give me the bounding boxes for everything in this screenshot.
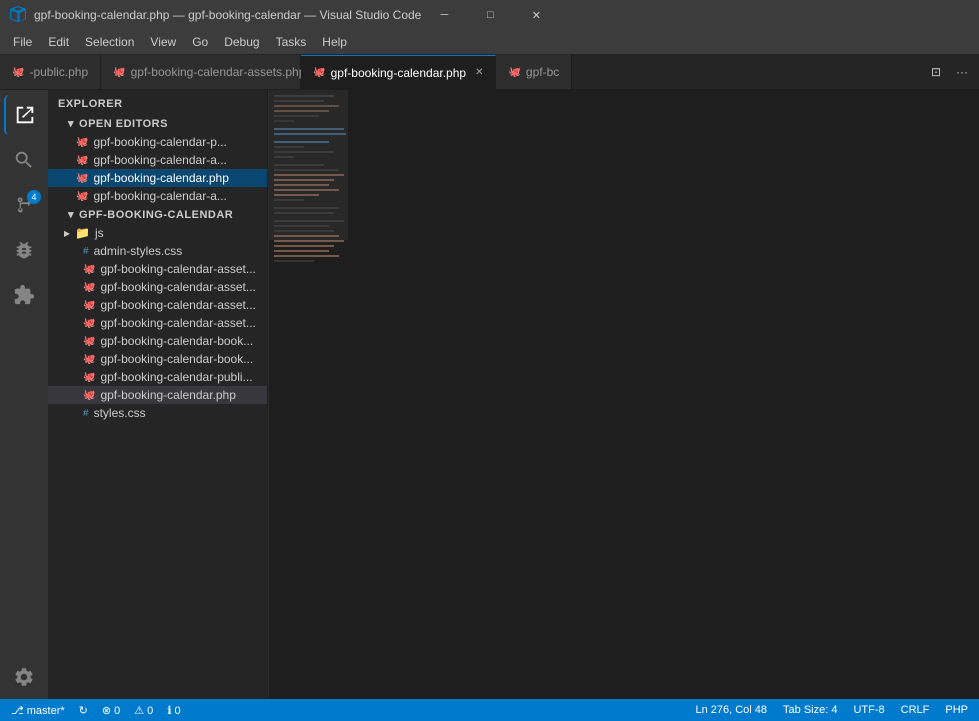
- chevron-down-icon: ▾: [68, 208, 74, 221]
- open-editor-file-1[interactable]: 🐙 gpf-booking-calendar-p...: [48, 133, 267, 151]
- status-left: ⎇ master* ↻ ⊗ 0 ⚠ 0 ℹ 0: [8, 704, 184, 717]
- php-icon: 🐙: [83, 336, 95, 347]
- git-branch[interactable]: ⎇ master*: [8, 704, 68, 717]
- menu-edit[interactable]: Edit: [40, 33, 77, 51]
- chevron-down-icon: ▾: [68, 117, 74, 130]
- tab-icon: 🐙: [508, 67, 520, 78]
- php-icon: 🐙: [83, 390, 95, 401]
- cursor-position[interactable]: Ln 276, Col 48: [692, 704, 770, 716]
- file-styles[interactable]: # styles.css: [48, 404, 267, 422]
- tab-actions: ⊡ ···: [919, 55, 979, 89]
- sidebar: EXPLORER ▾ OPEN EDITORS 🐙 gpf-booking-ca…: [48, 90, 268, 699]
- chevron-right-icon: ▸: [64, 226, 70, 240]
- activity-settings[interactable]: [4, 659, 44, 699]
- activity-search[interactable]: [4, 140, 44, 180]
- main-layout: 4 EXPLORER ▾ OPEN EDITORS 🐙 gpf-booking-…: [0, 90, 979, 699]
- tab-assets-php[interactable]: 🐙 gpf-booking-calendar-assets.php: [101, 55, 301, 89]
- php-icon: 🐙: [76, 173, 88, 184]
- activity-source-control[interactable]: 4: [4, 185, 44, 225]
- statusbar: ⎇ master* ↻ ⊗ 0 ⚠ 0 ℹ 0 Ln 276, Col 48 T…: [0, 699, 979, 721]
- source-control-badge: 4: [27, 190, 41, 204]
- warnings-count[interactable]: ⚠ 0: [131, 704, 156, 717]
- menubar: File Edit Selection View Go Debug Tasks …: [0, 30, 979, 55]
- css-icon: #: [83, 408, 89, 419]
- tab-label: gpf-booking-calendar-assets.php: [131, 65, 306, 79]
- activity-explorer[interactable]: [4, 95, 44, 135]
- file-admin-styles[interactable]: # admin-styles.css: [48, 242, 267, 260]
- tab-label: -public.php: [29, 65, 88, 79]
- tab-public-php[interactable]: 🐙 -public.php: [0, 55, 101, 89]
- php-icon: 🐙: [76, 191, 88, 202]
- php-icon: 🐙: [83, 372, 95, 383]
- file-asset-4[interactable]: 🐙 gpf-booking-calendar-asset...: [48, 314, 267, 332]
- folder-js[interactable]: ▸ 📁 js: [48, 224, 267, 242]
- more-tabs-button[interactable]: ···: [950, 60, 974, 84]
- open-editor-file-2[interactable]: 🐙 gpf-booking-calendar-a...: [48, 151, 267, 169]
- explorer-title: EXPLORER: [58, 98, 123, 110]
- sync-button[interactable]: ↻: [76, 704, 91, 717]
- window-controls: ─ □ ✕: [421, 0, 559, 30]
- titlebar: gpf-booking-calendar.php — gpf-booking-c…: [0, 0, 979, 30]
- menu-help[interactable]: Help: [314, 33, 355, 51]
- close-button[interactable]: ✕: [513, 0, 559, 30]
- tab-close-button[interactable]: ✕: [475, 67, 483, 78]
- menu-selection[interactable]: Selection: [77, 33, 142, 51]
- file-asset-3[interactable]: 🐙 gpf-booking-calendar-asset...: [48, 296, 267, 314]
- menu-file[interactable]: File: [5, 33, 40, 51]
- errors-count[interactable]: ⊗ 0: [99, 704, 123, 717]
- explorer-header: EXPLORER: [48, 90, 267, 114]
- file-book-2[interactable]: 🐙 gpf-booking-calendar-book...: [48, 350, 267, 368]
- editor[interactable]: 254 255 256 257 258 259 260 261 262 263 …: [268, 90, 979, 699]
- minimap: [268, 90, 348, 699]
- project-header[interactable]: ▾ GPF-BOOKING-CALENDAR: [48, 205, 267, 224]
- tab-icon: 🐙: [313, 67, 325, 78]
- file-main[interactable]: 🐙 gpf-booking-calendar.php: [48, 386, 267, 404]
- maximize-button[interactable]: □: [467, 0, 513, 30]
- menu-debug[interactable]: Debug: [216, 33, 267, 51]
- file-asset-1[interactable]: 🐙 gpf-booking-calendar-asset...: [48, 260, 267, 278]
- php-icon: 🐙: [83, 354, 95, 365]
- activitybar: 4: [0, 90, 48, 699]
- menu-view[interactable]: View: [142, 33, 184, 51]
- php-icon: 🐙: [83, 282, 95, 293]
- tab-gpf-bc[interactable]: 🐙 gpf-bc: [496, 55, 572, 89]
- file-asset-2[interactable]: 🐙 gpf-booking-calendar-asset...: [48, 278, 267, 296]
- open-editors-header[interactable]: ▾ OPEN EDITORS: [48, 114, 267, 133]
- title-text: gpf-booking-calendar.php — gpf-booking-c…: [34, 8, 421, 22]
- file-book-1[interactable]: 🐙 gpf-booking-calendar-book...: [48, 332, 267, 350]
- open-editor-file-3[interactable]: 🐙 gpf-booking-calendar.php: [48, 169, 267, 187]
- tab-icon: 🐙: [113, 67, 125, 78]
- php-icon: 🐙: [76, 155, 88, 166]
- menu-tasks[interactable]: Tasks: [268, 33, 315, 51]
- activity-debug[interactable]: [4, 230, 44, 270]
- app-icon: [10, 6, 26, 25]
- php-icon: 🐙: [76, 137, 88, 148]
- line-ending[interactable]: CRLF: [898, 704, 933, 716]
- tab-icon: 🐙: [12, 67, 24, 78]
- status-right: Ln 276, Col 48 Tab Size: 4 UTF-8 CRLF PH…: [692, 704, 971, 716]
- git-icon: ⎇: [11, 705, 24, 717]
- tabbar: 🐙 -public.php 🐙 gpf-booking-calendar-ass…: [0, 55, 979, 90]
- encoding[interactable]: UTF-8: [850, 704, 887, 716]
- tab-label: gpf-booking-calendar.php: [331, 66, 466, 80]
- tab-size[interactable]: Tab Size: 4: [780, 704, 840, 716]
- tab-main-php[interactable]: 🐙 gpf-booking-calendar.php ✕: [301, 55, 496, 89]
- file-public[interactable]: 🐙 gpf-booking-calendar-publi...: [48, 368, 267, 386]
- split-editor-button[interactable]: ⊡: [924, 60, 948, 84]
- language-mode[interactable]: PHP: [942, 704, 971, 716]
- php-icon: 🐙: [83, 264, 95, 275]
- php-icon: 🐙: [83, 300, 95, 311]
- minimize-button[interactable]: ─: [421, 0, 467, 30]
- activity-extensions[interactable]: [4, 275, 44, 315]
- css-icon: #: [83, 246, 89, 257]
- php-icon: 🐙: [83, 318, 95, 329]
- info-count[interactable]: ℹ 0: [164, 704, 183, 717]
- folder-icon: 📁: [75, 226, 90, 240]
- tab-label: gpf-bc: [526, 65, 559, 79]
- menu-go[interactable]: Go: [184, 33, 216, 51]
- open-editor-file-4[interactable]: 🐙 gpf-booking-calendar-a...: [48, 187, 267, 205]
